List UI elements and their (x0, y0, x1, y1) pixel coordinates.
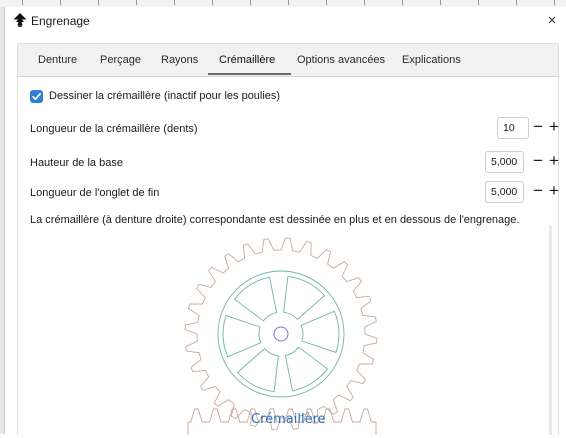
base-height-decrement[interactable]: − (530, 151, 546, 173)
end-tab-length-input[interactable]: 5,000 (485, 181, 524, 203)
tab-percage[interactable]: Perçage (100, 54, 141, 66)
minus-icon: − (533, 117, 543, 136)
title-bar: Engrenage × (5, 7, 566, 35)
dialog-title: Engrenage (31, 14, 90, 28)
gear-dialog: Engrenage × Denture Perçage Rayons Créma… (4, 7, 566, 435)
minus-icon: − (533, 151, 543, 170)
tab-options-avancees[interactable]: Options avancées (297, 54, 385, 66)
rack-description: La crémaillère (à denture droite) corres… (30, 214, 520, 226)
plus-icon: + (549, 151, 559, 170)
tab-bar: Denture Perçage Rayons Crémaillère Optio… (18, 44, 558, 77)
draw-rack-label: Dessiner la crémaillère (inactif pour le… (49, 90, 281, 102)
plus-icon: + (549, 181, 559, 200)
end-tab-length-decrement[interactable]: − (530, 181, 546, 203)
preview-scrollbar[interactable] (549, 226, 552, 435)
end-tab-length-label: Longueur de l'onglet de fin (30, 187, 160, 199)
close-button[interactable]: × (541, 10, 563, 32)
tab-explications[interactable]: Explications (402, 54, 461, 66)
base-height-input[interactable]: 5,000 (485, 151, 524, 173)
rack-length-label: Longueur de la crémaillère (dents) (30, 123, 198, 135)
settings-panel: Denture Perçage Rayons Crémaillère Optio… (17, 43, 559, 435)
checkmark-icon (32, 92, 42, 101)
minus-icon: − (533, 181, 543, 200)
spoke-window (300, 310, 340, 353)
end-tab-length-increment[interactable]: + (546, 181, 562, 203)
rack-preview-label: Crémaillère (251, 412, 326, 427)
gear-outline (184, 237, 378, 431)
spoke-window (222, 315, 262, 358)
rack-length-input[interactable]: 10 (497, 117, 529, 139)
spoke-window (233, 276, 278, 322)
gear-center-hole (273, 326, 289, 342)
base-height-increment[interactable]: + (546, 151, 562, 173)
rack-length-increment[interactable]: + (546, 117, 562, 139)
gear-preview (18, 226, 558, 435)
plus-icon: + (549, 117, 559, 136)
tab-cremaillere[interactable]: Crémaillère (219, 54, 275, 66)
gear-rim (217, 270, 345, 398)
active-tab-indicator (208, 73, 291, 75)
spoke-window (284, 346, 329, 392)
inkscape-icon (13, 13, 27, 27)
close-icon: × (547, 12, 557, 29)
tab-rayons[interactable]: Rayons (161, 54, 198, 66)
draw-rack-checkbox[interactable] (30, 90, 43, 103)
tab-denture[interactable]: Denture (38, 54, 77, 66)
base-height-label: Hauteur de la base (30, 157, 123, 169)
gear-spokes (222, 275, 340, 393)
rack-length-decrement[interactable]: − (530, 117, 546, 139)
gear-preview-drawing (184, 237, 378, 435)
